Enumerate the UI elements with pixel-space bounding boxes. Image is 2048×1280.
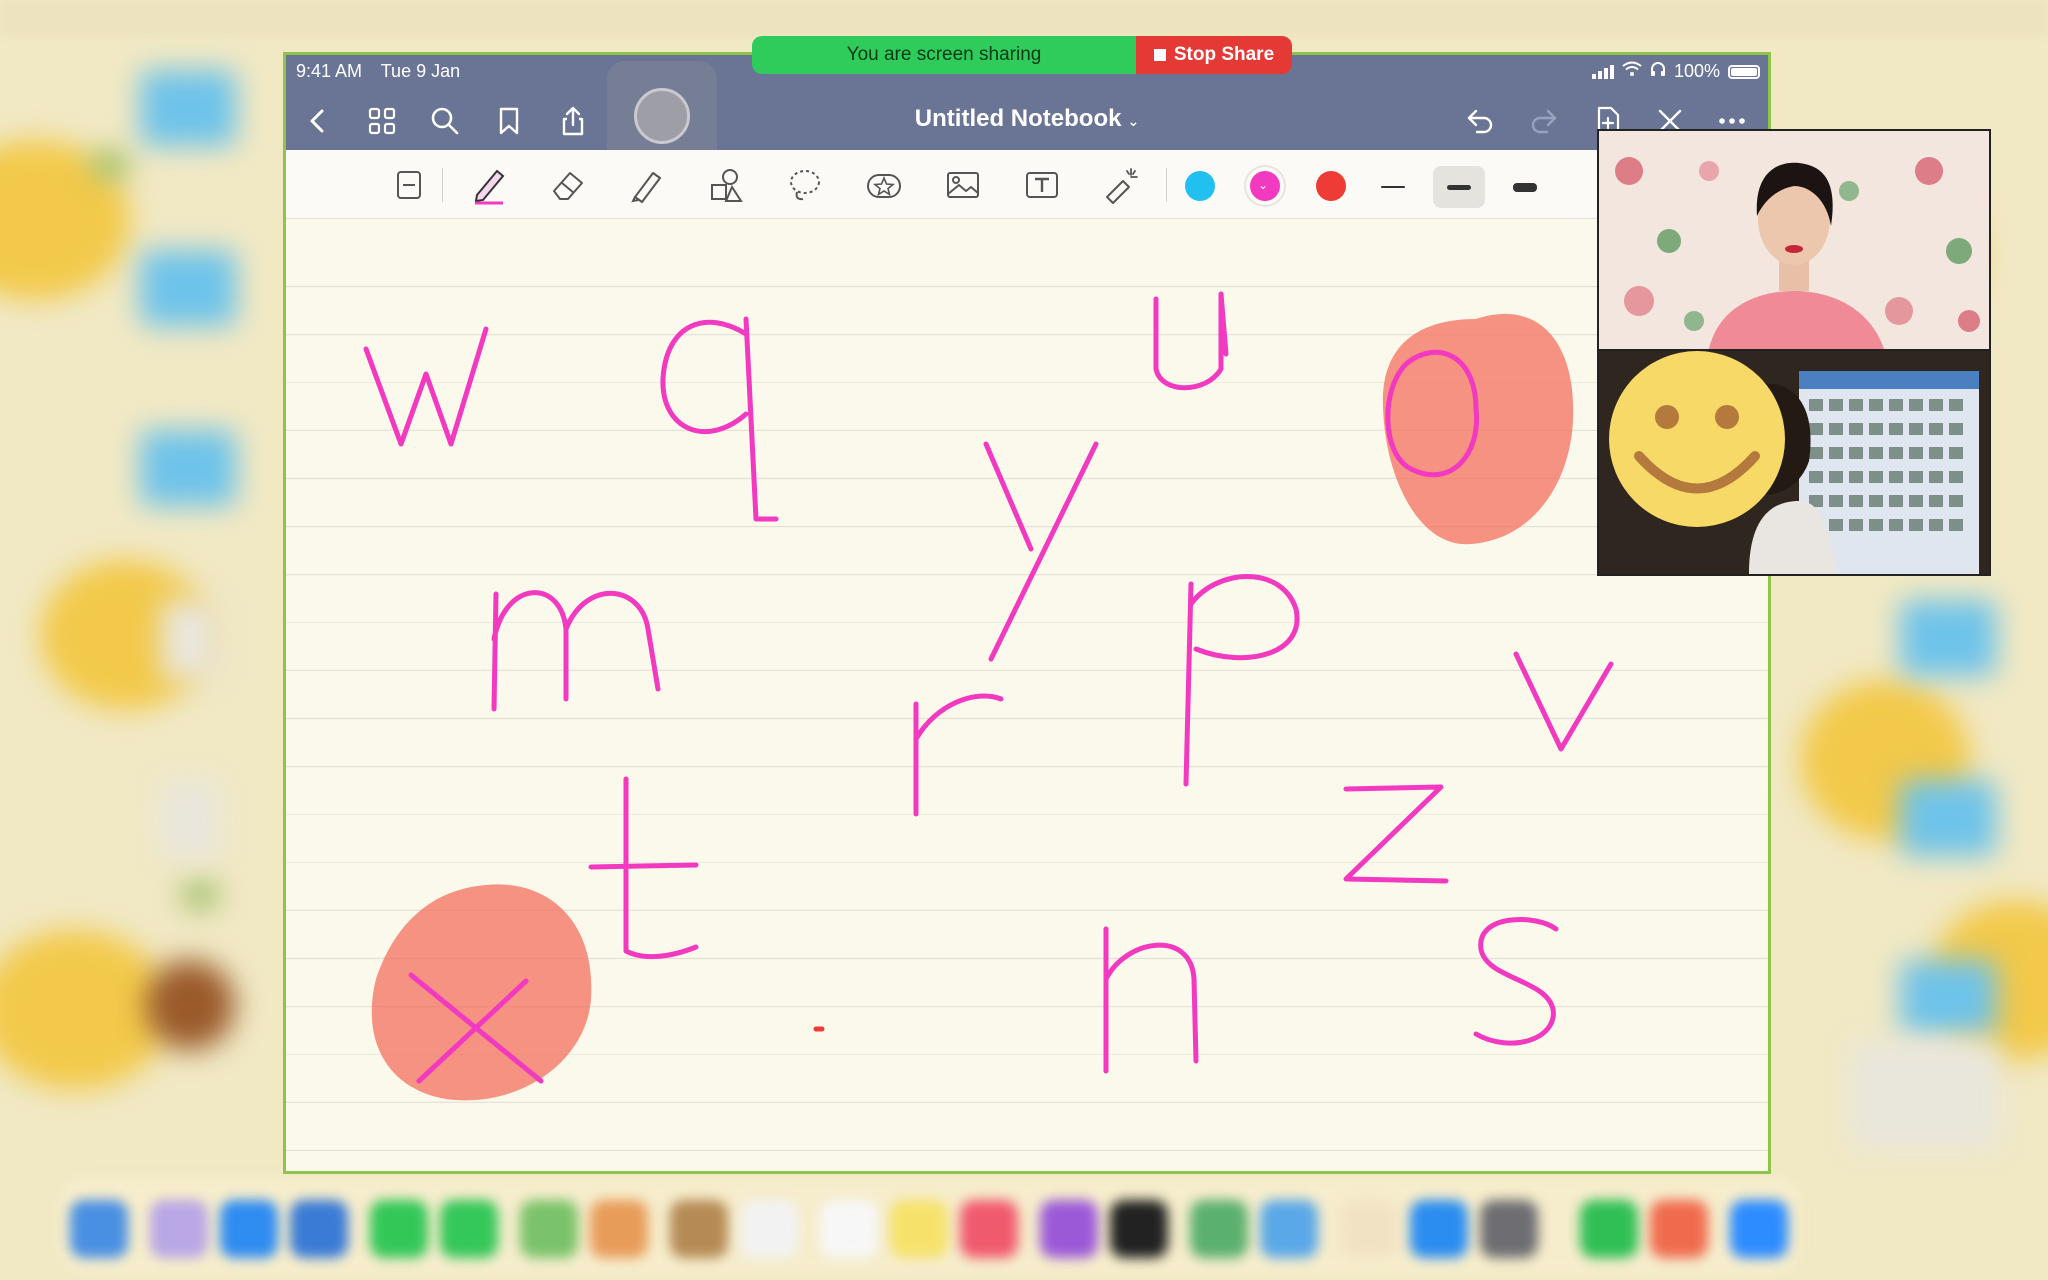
facetime-icon[interactable] [370,1200,428,1258]
mac-menubar [0,0,2048,36]
safari-icon[interactable] [220,1200,278,1258]
battery-icon [1728,64,1760,79]
sticker-icon[interactable] [861,162,907,208]
leaf-decoration [90,150,130,180]
photos-icon[interactable] [590,1200,648,1258]
letter-p [1183,574,1300,787]
reminders-icon[interactable] [820,1200,878,1258]
handwriting-canvas [363,291,1614,1101]
app-icon[interactable] [145,960,235,1050]
letter-r [913,693,1004,817]
highlighter-icon[interactable] [624,162,670,208]
folder-icon[interactable] [140,430,236,506]
wifi-icon [1622,61,1642,82]
finder-icon[interactable] [70,1200,128,1258]
headphones-icon [1650,61,1666,82]
numbers-icon[interactable] [1190,1200,1248,1258]
stop-share-label: Stop Share [1173,44,1275,65]
notebook-title-text: Untitled Notebook [914,105,1122,132]
zoom-icon[interactable] [1730,1200,1788,1258]
lasso-icon[interactable] [782,162,828,208]
color-swatch-cyan[interactable] [1185,171,1215,201]
status-bar: 9:41 AM Tue 9 Jan [296,61,474,82]
letter-z [1343,784,1449,884]
chat-app-icon[interactable] [1580,1200,1638,1258]
battery-percent: 100% [1673,61,1720,81]
stroke-medium-button[interactable] [1433,166,1485,208]
notebook-page[interactable] [286,219,1768,1171]
shapes-icon[interactable] [703,162,749,208]
calendar-icon[interactable] [740,1200,798,1258]
letter-y [983,441,1099,662]
messages-icon[interactable] [440,1200,498,1258]
drawing-toolbar: ⌄ [286,150,1768,219]
status-date: Tue 9 Jan [380,61,461,81]
stop-icon [1153,49,1166,61]
smiley-face-icon [1609,351,1785,527]
file-thumbnail[interactable] [1850,1040,2000,1150]
folder-icon[interactable] [1900,960,1996,1036]
student-video-tile[interactable] [1599,351,1989,574]
app-store-icon[interactable] [1410,1200,1468,1258]
chrome-icon[interactable] [1650,1200,1708,1258]
folder-icon[interactable] [1900,600,1996,676]
toolbar-divider [442,168,443,202]
redo-icon[interactable] [1524,101,1564,141]
settings-icon[interactable] [1480,1200,1538,1258]
screen-share-banner: You are screen sharing Stop Share [752,36,1292,74]
letter-q [660,316,779,522]
letter-s [1473,917,1559,1046]
pen-icon[interactable] [466,162,512,208]
share-banner-text: You are screen sharing [846,44,1042,65]
screen-sharing-indicator[interactable]: You are screen sharing [752,36,1136,74]
contacts-icon[interactable] [670,1200,728,1258]
music-icon[interactable] [960,1200,1018,1258]
undo-icon[interactable] [1460,101,1500,141]
mail-icon[interactable] [290,1200,348,1258]
letter-m [491,590,661,712]
status-indicators: 100% [1591,61,1760,82]
folder-icon[interactable] [1900,780,1996,856]
toolbar-divider [1166,168,1167,202]
leaf-decoration [180,880,220,910]
video-call-panel[interactable] [1597,129,1991,576]
status-time: 9:41 AM [296,61,363,81]
stroke-thick-button[interactable] [1499,166,1551,208]
chevron-down-icon: ⌄ [1258,178,1269,192]
letter-t [588,776,699,960]
folder-icon[interactable] [140,70,236,146]
letter-v [1513,651,1614,752]
keynote-icon[interactable] [1260,1200,1318,1258]
eraser-icon[interactable] [545,162,591,208]
launchpad-icon[interactable] [150,1200,208,1258]
notes-icon[interactable] [890,1200,948,1258]
folder-icon[interactable] [140,250,236,326]
stop-share-button[interactable]: Stop Share [1136,36,1292,74]
file-icon[interactable] [160,780,220,860]
tv-icon[interactable] [1110,1200,1168,1258]
signal-icon [1591,64,1614,79]
letter-w [363,326,489,447]
image-icon[interactable] [940,162,986,208]
ipad-screen: 9:41 AM Tue 9 Jan 100% Untitled Notebook… [283,52,1771,1174]
letter-n [1103,926,1199,1074]
page-tool-icon[interactable] [386,162,432,208]
teacher-video-tile[interactable] [1599,131,1989,349]
maps-icon[interactable] [520,1200,578,1258]
laser-pointer-icon[interactable] [1098,162,1144,208]
color-swatch-red[interactable] [1316,171,1346,201]
color-swatch-pink-selected[interactable]: ⌄ [1250,171,1280,201]
stroke-thin-button[interactable] [1367,166,1419,208]
text-icon[interactable] [1019,162,1065,208]
podcasts-icon[interactable] [1040,1200,1098,1258]
pages-icon[interactable] [1340,1200,1398,1258]
letter-u [1153,291,1229,391]
chevron-down-icon: ⌄ [1127,113,1140,129]
file-icon[interactable] [160,600,220,680]
